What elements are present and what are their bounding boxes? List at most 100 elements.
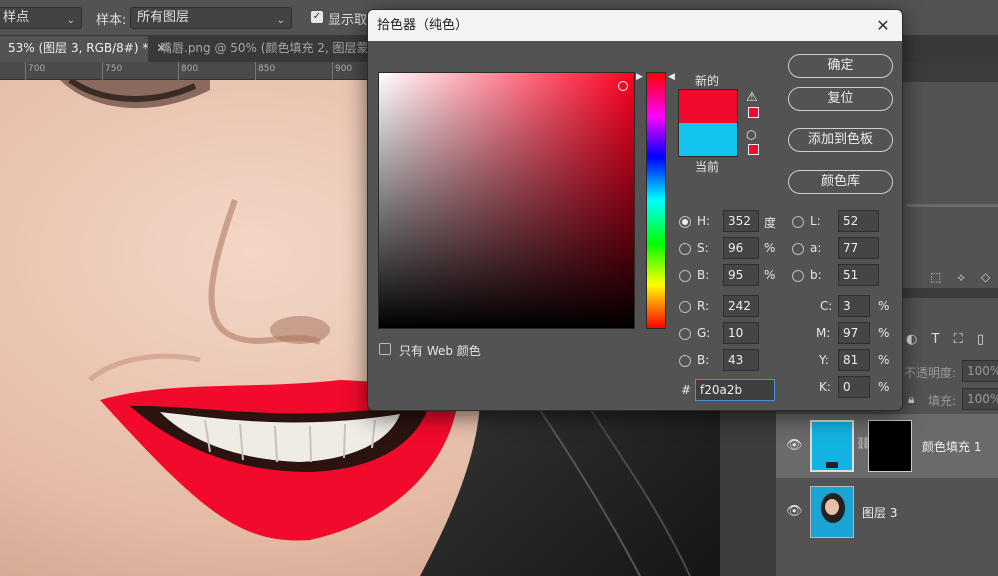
gamut-warning-icon[interactable]: ⚠	[746, 90, 758, 105]
l-field[interactable]: 52	[838, 210, 879, 232]
hue-slider-left-arrow-icon[interactable]: ▶	[636, 72, 643, 82]
y-field[interactable]: 81	[838, 349, 870, 371]
a-field[interactable]: 77	[838, 237, 879, 259]
opacity-field[interactable]: 100%	[962, 360, 998, 382]
s-label: S:	[697, 241, 709, 255]
saturation-brightness-field[interactable]	[378, 72, 635, 329]
radio-s[interactable]	[679, 243, 691, 255]
b-label: B:	[697, 268, 710, 282]
k-unit: %	[878, 380, 890, 394]
c-label: C:	[820, 299, 833, 313]
radio-g[interactable]	[679, 328, 691, 340]
visibility-eye-icon[interactable]: 👁︎	[786, 504, 803, 519]
k-field[interactable]: 0	[838, 376, 870, 398]
sample-size-value: 样点	[3, 10, 30, 25]
fill-field[interactable]: 100%	[962, 388, 998, 410]
c-field[interactable]: 3	[838, 295, 870, 317]
hue-slider[interactable]	[646, 72, 666, 329]
radio-b[interactable]	[679, 270, 691, 282]
sample-label: 样本:	[96, 13, 127, 28]
c-unit: %	[878, 299, 890, 313]
lab-b-label: b:	[810, 268, 822, 282]
type-filter-icon[interactable]: T	[931, 332, 939, 347]
m-field[interactable]: 97	[838, 322, 870, 344]
k-label: K:	[819, 380, 831, 394]
ruler-tick: 750	[102, 62, 122, 80]
visibility-eye-icon[interactable]: 👁︎	[786, 438, 803, 453]
hue-slider-right-arrow-icon[interactable]: ◀	[668, 72, 675, 82]
layer-name: 图层 3	[862, 506, 898, 520]
layer-filter-row: ◐ T ⛶ ▯	[906, 332, 998, 352]
lock-icon[interactable]: 🔒︎	[908, 392, 914, 407]
radio-h[interactable]	[679, 216, 691, 228]
chevron-down-icon: ⌄	[66, 15, 75, 26]
lab-b-field[interactable]: 51	[838, 264, 879, 286]
layer-toolbar: ⬚ ⟡ ◇	[930, 270, 998, 290]
layer-row[interactable]: 👁︎ 图层 3	[776, 480, 998, 544]
rgb-b-field[interactable]: 43	[723, 349, 759, 371]
tab-document-1[interactable]: 53% (图层 3, RGB/8#) * ✕	[0, 36, 166, 62]
dotted-square-icon[interactable]: ⬚	[930, 270, 941, 284]
fill-layer-thumbnail	[810, 420, 854, 472]
shape-filter-icon[interactable]: ⛶	[954, 332, 963, 347]
diamond-icon[interactable]: ◇	[981, 270, 990, 284]
close-icon[interactable]: ✕	[872, 10, 894, 41]
adjustment-filter-icon[interactable]: ◐	[906, 332, 917, 347]
sample-size-select[interactable]: 样点 ⌄	[0, 7, 82, 29]
opacity-label: 不透明度:	[904, 366, 957, 380]
chevron-down-icon: ⌄	[276, 15, 285, 26]
reset-button[interactable]: 复位	[788, 87, 893, 111]
ruler-tick: 900	[332, 62, 352, 80]
current-color-swatch[interactable]	[679, 123, 737, 156]
web-safe-cube-icon[interactable]: ⬡	[746, 128, 756, 142]
tab-label: 嘴唇.png @ 50% (颜色填充 2, 图层蒙版/8)	[160, 41, 397, 55]
l-label: L:	[810, 214, 821, 228]
radio-lab-b[interactable]	[792, 270, 804, 282]
radio-a[interactable]	[792, 243, 804, 255]
color-cursor-icon[interactable]	[618, 81, 628, 91]
h-field[interactable]: 352	[723, 210, 759, 232]
smart-filter-icon[interactable]: ▯	[977, 332, 984, 347]
new-color-swatch	[679, 90, 737, 123]
radio-r[interactable]	[679, 301, 691, 313]
dialog-title: 拾色器（纯色）	[368, 10, 902, 41]
r-field[interactable]: 242	[723, 295, 759, 317]
h-unit: 度	[764, 216, 777, 230]
gamut-warning-swatch[interactable]	[748, 107, 759, 118]
m-label: M:	[816, 326, 831, 340]
layer-mask-thumbnail	[868, 420, 912, 472]
link-icon[interactable]: ⟡	[957, 270, 965, 284]
layer-name: 颜色填充 1	[922, 440, 982, 454]
add-to-swatches-button[interactable]: 添加到色板	[788, 128, 893, 152]
y-label: Y:	[819, 353, 829, 367]
color-picker-dialog: 拾色器（纯色） ✕ ▶ ◀ 新的 当前 ⚠ ⬡ 确定 复位 添加到色板 颜色库 …	[367, 9, 903, 411]
sample-layers-value: 所有图层	[137, 10, 190, 25]
b-field[interactable]: 95	[723, 264, 759, 286]
hex-input[interactable]: f20a2b	[695, 379, 775, 401]
web-colors-checkbox[interactable]	[379, 343, 391, 355]
radio-rgb-b[interactable]	[679, 355, 691, 367]
sample-layers-select[interactable]: 所有图层 ⌄	[130, 7, 292, 29]
b-unit: %	[764, 268, 776, 282]
rgb-b-label: B:	[697, 353, 710, 367]
g-field[interactable]: 10	[723, 322, 759, 344]
dialog-title-text: 拾色器（纯色）	[377, 18, 469, 33]
layer-row[interactable]: 👁︎ ⛓︎ 颜色填充 1	[776, 414, 998, 478]
r-label: R:	[697, 299, 710, 313]
h-label: H:	[697, 214, 711, 228]
web-safe-swatch[interactable]	[748, 144, 759, 155]
web-colors-label: 只有 Web 颜色	[399, 344, 481, 358]
a-label: a:	[810, 241, 822, 255]
ok-button[interactable]: 确定	[788, 54, 893, 78]
slider-icon	[826, 462, 838, 468]
color-libraries-button[interactable]: 颜色库	[788, 170, 893, 194]
m-unit: %	[878, 326, 890, 340]
tab-label: 53% (图层 3, RGB/8#) *	[8, 41, 149, 55]
current-label: 当前	[695, 160, 720, 174]
radio-l[interactable]	[792, 216, 804, 228]
ruler-tick: 700	[25, 62, 45, 80]
s-field[interactable]: 96	[723, 237, 759, 259]
show-ring-checkbox[interactable]: ✓	[311, 11, 323, 23]
color-preview	[678, 89, 738, 157]
ruler-tick: 850	[255, 62, 275, 80]
